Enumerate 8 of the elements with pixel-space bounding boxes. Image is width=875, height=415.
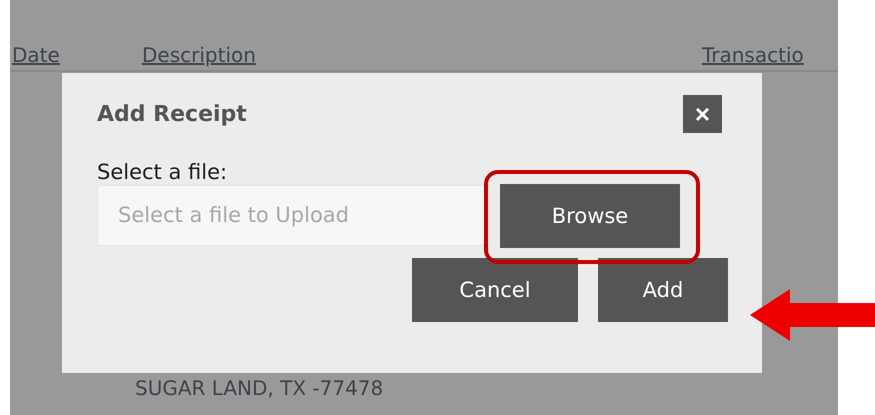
file-field[interactable]: Select a file to Upload (97, 184, 490, 246)
cancel-button[interactable]: Cancel (412, 258, 578, 322)
add-button[interactable]: Add (598, 258, 728, 322)
close-button[interactable]: × (683, 95, 722, 133)
field-label: Select a file: (97, 160, 228, 184)
browse-button[interactable]: Browse (500, 184, 680, 248)
address-text: SUGAR LAND, TX -77478 (135, 376, 384, 400)
dialog-title: Add Receipt (97, 102, 247, 126)
